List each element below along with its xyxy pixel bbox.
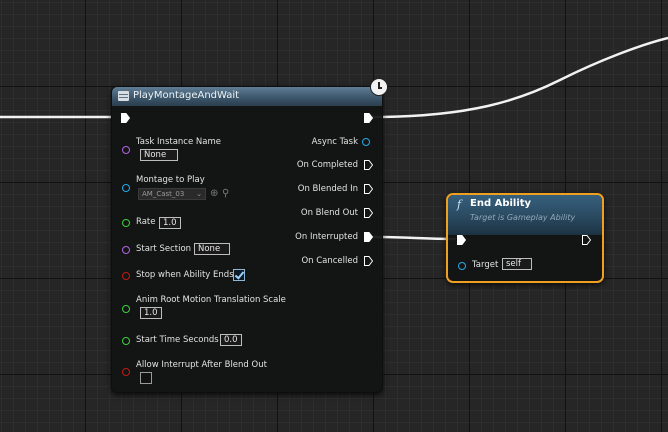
stop-when-ability-ends-pin[interactable] — [122, 272, 130, 280]
anim-root-motion-scale-label: Anim Root Motion Translation Scale — [136, 295, 286, 305]
on-interrupted-pin[interactable] — [364, 232, 373, 242]
function-node-icon — [118, 91, 129, 101]
montage-asset-picker[interactable]: AM_Cast_03 ⌄ — [138, 188, 206, 200]
end-target-pin[interactable] — [458, 262, 466, 270]
anim-root-motion-scale-pin[interactable] — [122, 305, 130, 313]
start-time-seconds-label: Start Time Seconds — [136, 335, 219, 345]
exec-in-pin[interactable] — [121, 113, 130, 123]
allow-interrupt-label: Allow Interrupt After Blend Out — [136, 360, 267, 370]
on-cancelled-pin[interactable] — [364, 256, 373, 266]
play-montage-and-wait-node[interactable]: PlayMontageAndWait Task Instance Name No… — [111, 86, 383, 393]
exec-then-pin[interactable] — [364, 113, 373, 123]
rate-pin[interactable] — [122, 219, 130, 227]
stop-when-ability-ends-label: Stop when Ability Ends — [136, 270, 234, 280]
task-instance-name-pin[interactable] — [122, 146, 130, 154]
on-blended-in-label: On Blended In — [297, 184, 358, 194]
chevron-down-icon: ⌄ — [196, 190, 202, 198]
function-icon: f — [457, 198, 462, 211]
on-interrupted-label: On Interrupted — [295, 232, 358, 242]
exec-wire-then[interactable] — [371, 36, 668, 119]
use-selected-asset-icon[interactable]: ⊕ — [210, 188, 218, 199]
on-blended-in-pin[interactable] — [364, 184, 373, 194]
start-section-field[interactable]: None — [194, 243, 230, 255]
montage-to-play-label: Montage to Play — [136, 175, 205, 185]
allow-interrupt-pin[interactable] — [122, 368, 130, 376]
task-instance-name-field[interactable]: None — [140, 149, 178, 161]
task-instance-name-label: Task Instance Name — [136, 137, 221, 147]
end-target-label: Target — [472, 260, 499, 270]
on-blend-out-label: On Blend Out — [300, 208, 358, 218]
rate-label: Rate — [136, 217, 156, 227]
browse-asset-search-icon[interactable]: ⚲ — [222, 188, 229, 199]
stop-when-ability-ends-checkbox[interactable] — [233, 269, 245, 281]
node-header[interactable]: PlayMontageAndWait — [112, 87, 382, 106]
end-exec-in-pin[interactable] — [457, 235, 466, 245]
allow-interrupt-checkbox[interactable] — [140, 372, 152, 384]
rate-field[interactable]: 1.0 — [159, 217, 181, 229]
end-ability-node[interactable]: f End Ability Target is Gameplay Ability… — [446, 193, 604, 283]
end-node-subtitle: Target is Gameplay Ability — [470, 213, 576, 222]
start-time-seconds-pin[interactable] — [122, 337, 130, 345]
on-cancelled-label: On Cancelled — [301, 256, 358, 266]
start-section-label: Start Section — [136, 244, 192, 254]
on-completed-label: On Completed — [296, 160, 358, 170]
end-exec-out-pin[interactable] — [582, 235, 591, 245]
start-section-pin[interactable] — [122, 246, 130, 254]
on-completed-pin[interactable] — [364, 160, 373, 170]
async-task-label: Async Task — [311, 137, 358, 147]
end-node-title: End Ability — [470, 198, 532, 209]
montage-asset-value: AM_Cast_03 — [142, 190, 185, 198]
exec-wire-interrupted[interactable] — [371, 235, 457, 241]
on-blend-out-pin[interactable] — [364, 208, 373, 218]
start-time-seconds-field[interactable]: 0.0 — [220, 334, 242, 346]
end-target-field[interactable]: self — [502, 258, 532, 270]
node-title: PlayMontageAndWait — [133, 90, 240, 101]
end-node-header[interactable]: f End Ability Target is Gameplay Ability — [448, 195, 602, 235]
async-task-pin[interactable] — [362, 138, 370, 146]
anim-root-motion-scale-field[interactable]: 1.0 — [140, 307, 162, 319]
clock-icon — [370, 78, 388, 96]
montage-to-play-pin[interactable] — [122, 184, 130, 192]
